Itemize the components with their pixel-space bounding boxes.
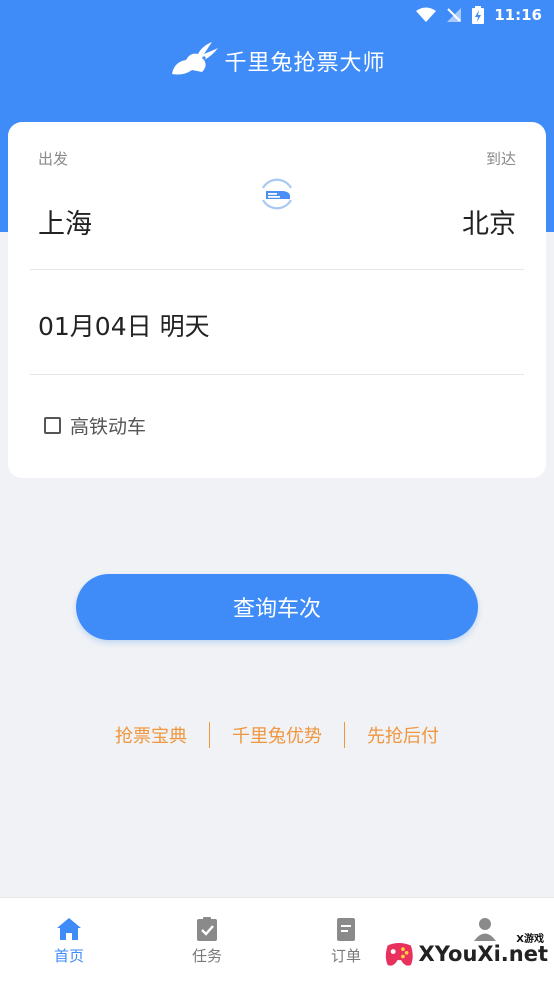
high-speed-label: 高铁动车 [70,416,147,438]
home-icon [57,918,81,940]
link-separator [344,722,345,748]
grab-pay-later-link[interactable]: 先抢后付 [367,722,439,748]
order-icon [337,918,355,941]
battery-charging-icon [472,6,485,24]
watermark-logo: XYouXi.net X游戏 [384,930,548,978]
watermark-tag: X游戏 [516,934,544,945]
swap-cities-button[interactable] [257,174,297,214]
tab-home[interactable]: 首页 [34,916,104,971]
divider [30,374,524,375]
advantages-link[interactable]: 千里兔优势 [232,722,322,748]
train-swap-icon [262,178,292,210]
tab-task-label: 任务 [191,947,222,965]
task-icon [197,917,217,941]
departure-date[interactable]: 01月04日 明天 [38,307,210,343]
app-title: 千里兔抢票大师 [224,51,386,76]
tab-task[interactable]: 任务 [172,916,242,971]
tab-orders-label: 订单 [330,947,361,965]
query-trains-button[interactable]: 查询车次 [76,574,478,640]
wifi-icon [416,7,437,23]
depart-city[interactable]: 上海 [38,202,92,241]
watermark-text: XYouXi.net [418,942,548,966]
info-links: 抢票宝典 千里兔优势 先抢后付 [0,718,554,752]
depart-label: 出发 [38,150,69,168]
gamepad-logo-icon [385,943,413,966]
status-bar: 11:16 [0,0,554,30]
link-separator [209,722,210,748]
app-title-bar: 千里兔抢票大师 [0,40,554,82]
high-speed-checkbox-row[interactable]: 高铁动车 [44,412,146,439]
ticket-guide-link[interactable]: 抢票宝典 [115,722,187,748]
divider [30,269,524,270]
tab-home-label: 首页 [53,947,84,965]
no-signal-icon [446,7,462,23]
search-card: 出发 到达 上海 北京 01月04日 明天 高铁动车 [8,122,546,478]
arrive-label: 到达 [485,150,516,168]
clock-time: 11:16 [494,6,542,24]
rabbit-logo-icon [168,40,219,82]
high-speed-checkbox[interactable] [44,417,61,434]
tab-orders[interactable]: 订单 [311,916,381,971]
arrive-city[interactable]: 北京 [462,202,516,241]
